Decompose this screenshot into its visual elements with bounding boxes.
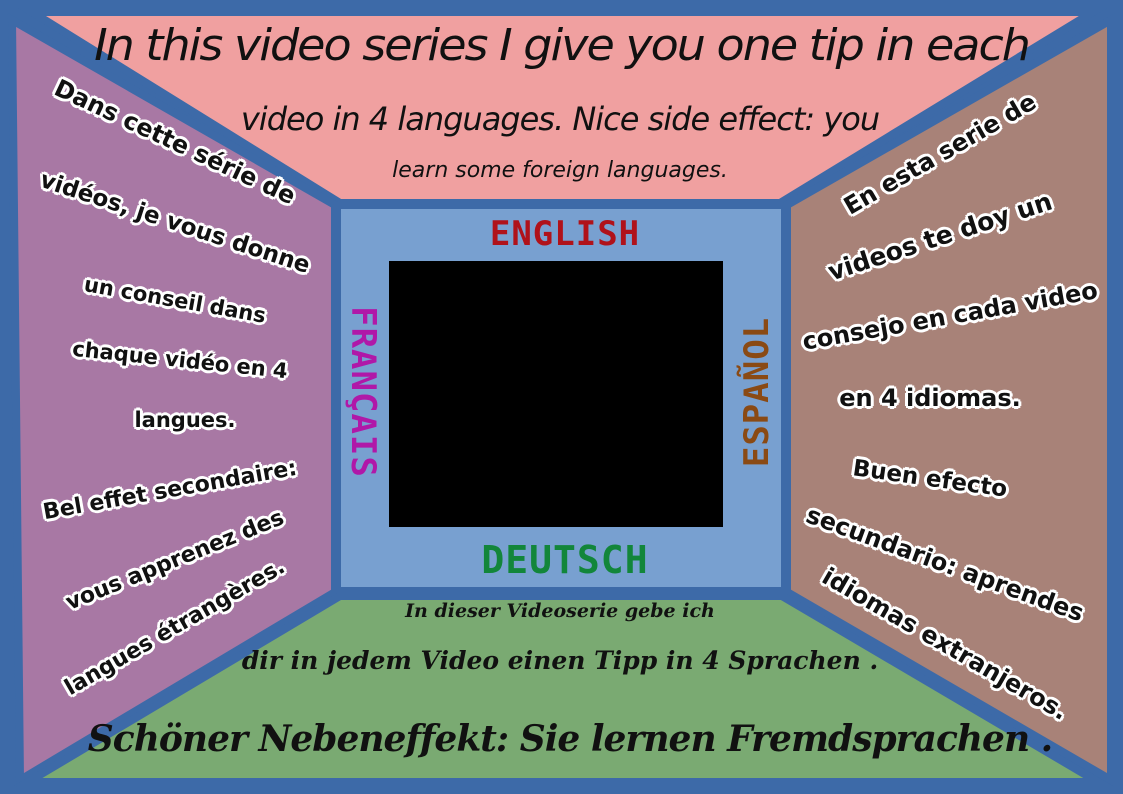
bottom-line-3: Schöner Nebeneffekt: Sie lernen Fremdspr… <box>87 718 1053 760</box>
bottom-line-2: dir in jedem Video einen Tipp in 4 Sprac… <box>241 646 879 675</box>
label-deutsch: DEUTSCH <box>481 538 649 582</box>
top-line-1: In this video series I give you one tip … <box>94 19 1031 71</box>
label-espanol: ESPAÑOL <box>737 316 777 468</box>
top-line-3: learn some foreign languages. <box>392 158 728 183</box>
top-line-2: video in 4 languages. Nice side effect: … <box>240 100 880 138</box>
video-screen <box>389 261 723 527</box>
left-line-5: langues. <box>134 408 236 432</box>
label-francais: FRANÇAIS <box>343 306 383 478</box>
label-english: ENGLISH <box>489 214 641 254</box>
bottom-line-1: In dieser Videoserie gebe ich <box>405 600 715 622</box>
right-line-4: en 4 idiomas. <box>839 384 1021 412</box>
